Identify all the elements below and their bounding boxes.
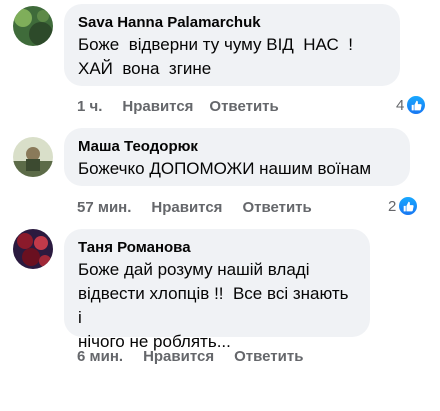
reaction-count-value: 2	[388, 197, 397, 215]
reaction-count[interactable]: 4	[396, 95, 427, 115]
reply-button[interactable]: Ответить	[209, 98, 278, 115]
comment-time[interactable]: 6 мин.	[77, 348, 123, 365]
reaction-count[interactable]: 2	[388, 196, 419, 216]
comment-author[interactable]: Таня Романова	[78, 238, 356, 258]
comment-bubble: Маша Теодорюк Божечко ДОПОМОЖИ нашим вої…	[64, 128, 410, 186]
avatar[interactable]	[13, 6, 53, 46]
comment-text: Божечко ДОПОМОЖИ нашим воїнам	[78, 159, 372, 178]
comment-time[interactable]: 1 ч.	[77, 98, 102, 115]
like-thumb-icon	[398, 196, 419, 216]
comment-bubble: Таня Романова Боже дай розуму нашій влад…	[64, 229, 370, 351]
comment-actions: 1 ч. Нравится Ответить	[77, 96, 279, 116]
avatar[interactable]	[13, 229, 53, 269]
comment-text: Боже дай розуму нашій владі відвести хло…	[78, 260, 349, 351]
comment-author[interactable]: Маша Теодорюк	[78, 137, 396, 157]
comment-bubble: Sava Hanna Palamarchuk Боже відверни ту …	[64, 4, 400, 86]
like-thumb-icon	[406, 95, 427, 115]
avatar-image	[13, 137, 53, 177]
comment-time[interactable]: 57 мин.	[77, 199, 131, 216]
reaction-count-value: 4	[396, 96, 405, 114]
comment-text: Боже відверни ту чуму ВІД НАС ! ХАЙ вона…	[78, 35, 353, 78]
avatar[interactable]	[13, 137, 53, 177]
reply-button[interactable]: Ответить	[234, 348, 303, 365]
comment-actions: 57 мин. Нравится Ответить	[77, 197, 312, 217]
comment-author[interactable]: Sava Hanna Palamarchuk	[78, 13, 386, 33]
like-button[interactable]: Нравится	[143, 348, 214, 365]
avatar-image	[13, 6, 53, 46]
like-button[interactable]: Нравится	[122, 98, 193, 115]
like-button[interactable]: Нравится	[151, 199, 222, 216]
avatar-image	[13, 229, 53, 269]
reply-button[interactable]: Ответить	[242, 199, 311, 216]
comment-actions: 6 мин. Нравится Ответить	[77, 346, 303, 366]
